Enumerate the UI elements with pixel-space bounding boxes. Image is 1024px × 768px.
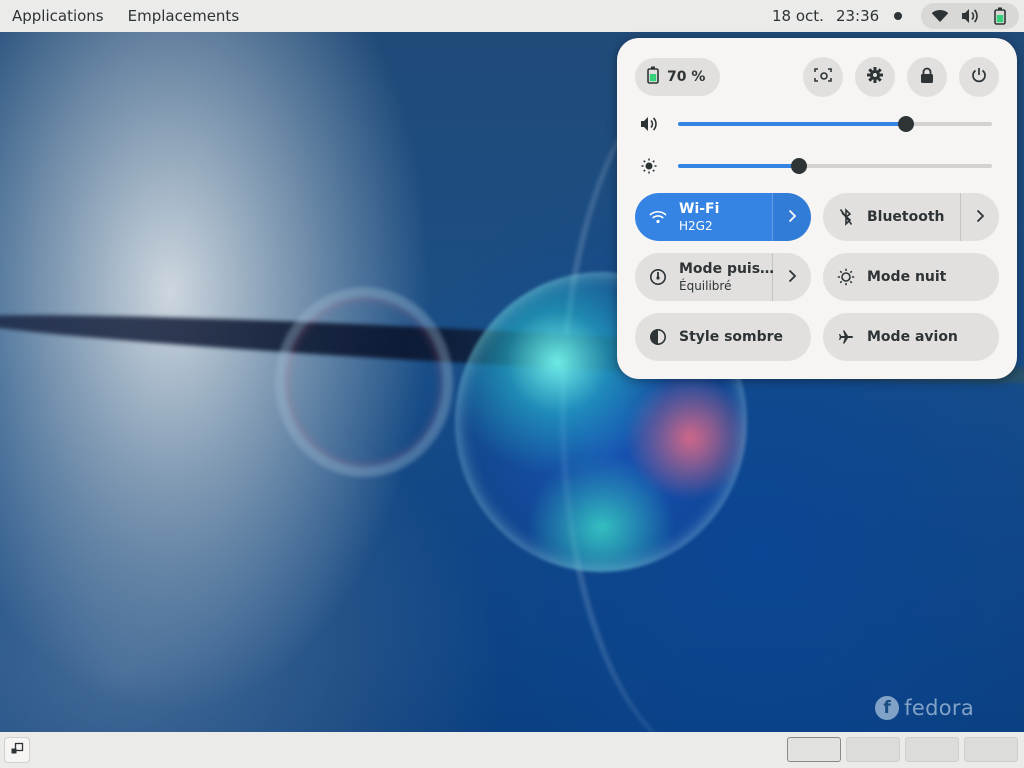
power-mode-value: Équilibré (679, 279, 732, 293)
volume-slider[interactable] (678, 116, 992, 132)
battery-icon (989, 5, 1011, 27)
power-mode-title: Mode puis… (679, 261, 775, 277)
bluetooth-toggle-main[interactable]: Bluetooth (823, 193, 945, 241)
wallpaper-small-bubble (275, 287, 453, 477)
power-mode-menu-arrow[interactable] (772, 253, 811, 301)
notification-dot (894, 12, 902, 20)
battery-percentage: 70 % (667, 69, 706, 85)
brightness-slider[interactable] (678, 158, 992, 174)
bluetooth-toggle[interactable]: Bluetooth (823, 193, 999, 241)
fedora-logo-icon: f (875, 696, 900, 720)
settings-button[interactable] (855, 57, 895, 97)
dark-style-icon (647, 326, 669, 348)
brightness-icon (639, 156, 659, 176)
wifi-toggle-title: Wi-Fi (679, 201, 720, 217)
fedora-logo: f fedora (875, 696, 974, 720)
airplane-icon (835, 326, 857, 348)
clock-date: 18 oct. (772, 7, 824, 25)
night-light-icon (835, 266, 857, 288)
airplane-mode-toggle[interactable]: Mode avion (823, 313, 999, 361)
volume-slider-fill (678, 122, 906, 126)
wifi-menu-arrow[interactable] (772, 193, 811, 241)
places-menu[interactable]: Emplacements (116, 0, 252, 32)
night-mode-title: Mode nuit (867, 269, 947, 285)
system-status-area[interactable] (921, 3, 1019, 29)
power-button[interactable] (959, 57, 999, 97)
airplane-mode-toggle-main[interactable]: Mode avion (823, 313, 958, 361)
wifi-toggle-main[interactable]: Wi-Fi H2G2 (635, 193, 719, 241)
chevron-right-icon (787, 208, 797, 227)
wifi-icon (647, 206, 669, 228)
workspace-1[interactable] (787, 737, 841, 762)
bluetooth-menu-arrow[interactable] (960, 193, 999, 241)
workspace-2[interactable] (846, 737, 900, 762)
lock-button[interactable] (907, 57, 947, 97)
power-mode-toggle[interactable]: Mode puis… Équilibré (635, 253, 811, 301)
wifi-icon (929, 5, 951, 27)
chevron-right-icon (975, 208, 985, 227)
dark-style-toggle-main[interactable]: Style sombre (635, 313, 783, 361)
power-icon (971, 67, 987, 87)
volume-icon[interactable] (639, 114, 659, 134)
lock-icon (920, 67, 934, 88)
bluetooth-disabled-icon (835, 206, 857, 228)
brightness-slider-row (635, 152, 997, 180)
battery-charging-icon (647, 66, 659, 88)
brightness-slider-fill (678, 164, 799, 168)
fedora-logo-text: fedora (904, 696, 974, 720)
workspace-3[interactable] (905, 737, 959, 762)
volume-icon (959, 5, 981, 27)
battery-indicator[interactable]: 70 % (635, 58, 720, 96)
dark-style-title: Style sombre (679, 329, 784, 345)
screenshot-button[interactable] (803, 57, 843, 97)
bluetooth-toggle-title: Bluetooth (867, 209, 945, 225)
chevron-right-icon (787, 268, 797, 287)
screenshot-icon (814, 67, 832, 87)
gear-icon (866, 66, 884, 88)
top-bar: Applications Emplacements 18 oct. 23:36 (0, 0, 1024, 32)
night-mode-toggle[interactable]: Mode nuit (823, 253, 999, 301)
wifi-toggle[interactable]: Wi-Fi H2G2 (635, 193, 811, 241)
applications-menu[interactable]: Applications (0, 0, 116, 32)
quick-settings-menu: 70 % Wi-Fi H2G2 Bluetooth Mode puis… Équ… (617, 38, 1017, 379)
power-mode-toggle-main[interactable]: Mode puis… Équilibré (635, 253, 774, 301)
dark-style-toggle[interactable]: Style sombre (635, 313, 811, 361)
window-list-icon (10, 741, 24, 760)
clock[interactable]: 18 oct. 23:36 (772, 0, 879, 32)
wifi-network-name: H2G2 (679, 219, 713, 233)
bottom-bar (0, 732, 1024, 768)
show-desktop-button[interactable] (4, 737, 30, 763)
volume-slider-row (635, 110, 997, 138)
night-mode-toggle-main[interactable]: Mode nuit (823, 253, 946, 301)
airplane-mode-title: Mode avion (867, 329, 958, 345)
brightness-slider-handle[interactable] (790, 158, 807, 174)
clock-time: 23:36 (835, 7, 880, 25)
volume-slider-handle[interactable] (897, 116, 914, 132)
workspace-4[interactable] (964, 737, 1018, 762)
power-profile-icon (647, 266, 669, 288)
